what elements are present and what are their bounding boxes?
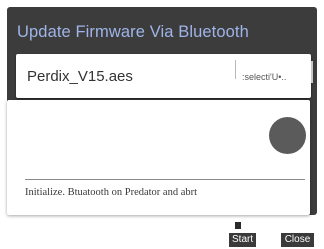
file-selector-row: Perdix_V15.aes :selecti'U•.. <box>16 54 311 98</box>
status-indicator-icon <box>269 117 306 154</box>
status-panel: Initialize. Btuatooth on Predator and ab… <box>7 100 310 215</box>
status-message: Initialize. Btuatooth on Predator and ab… <box>25 187 198 198</box>
select-file-button[interactable]: :selecti'U•.. <box>242 68 302 86</box>
file-row-separator <box>235 60 239 79</box>
close-button[interactable]: Close <box>281 233 314 247</box>
selected-file-name: Perdix_V15.aes <box>27 68 133 85</box>
firmware-update-window: Update Firmware Via Bluetooth Perdix_V15… <box>0 0 324 249</box>
scrollbar-handle[interactable] <box>311 61 313 83</box>
dialog-title: Update Firmware Via Bluetooth <box>17 23 249 41</box>
progress-indicator-icon <box>235 222 241 229</box>
start-button[interactable]: Start <box>229 233 256 247</box>
status-divider <box>25 179 305 180</box>
